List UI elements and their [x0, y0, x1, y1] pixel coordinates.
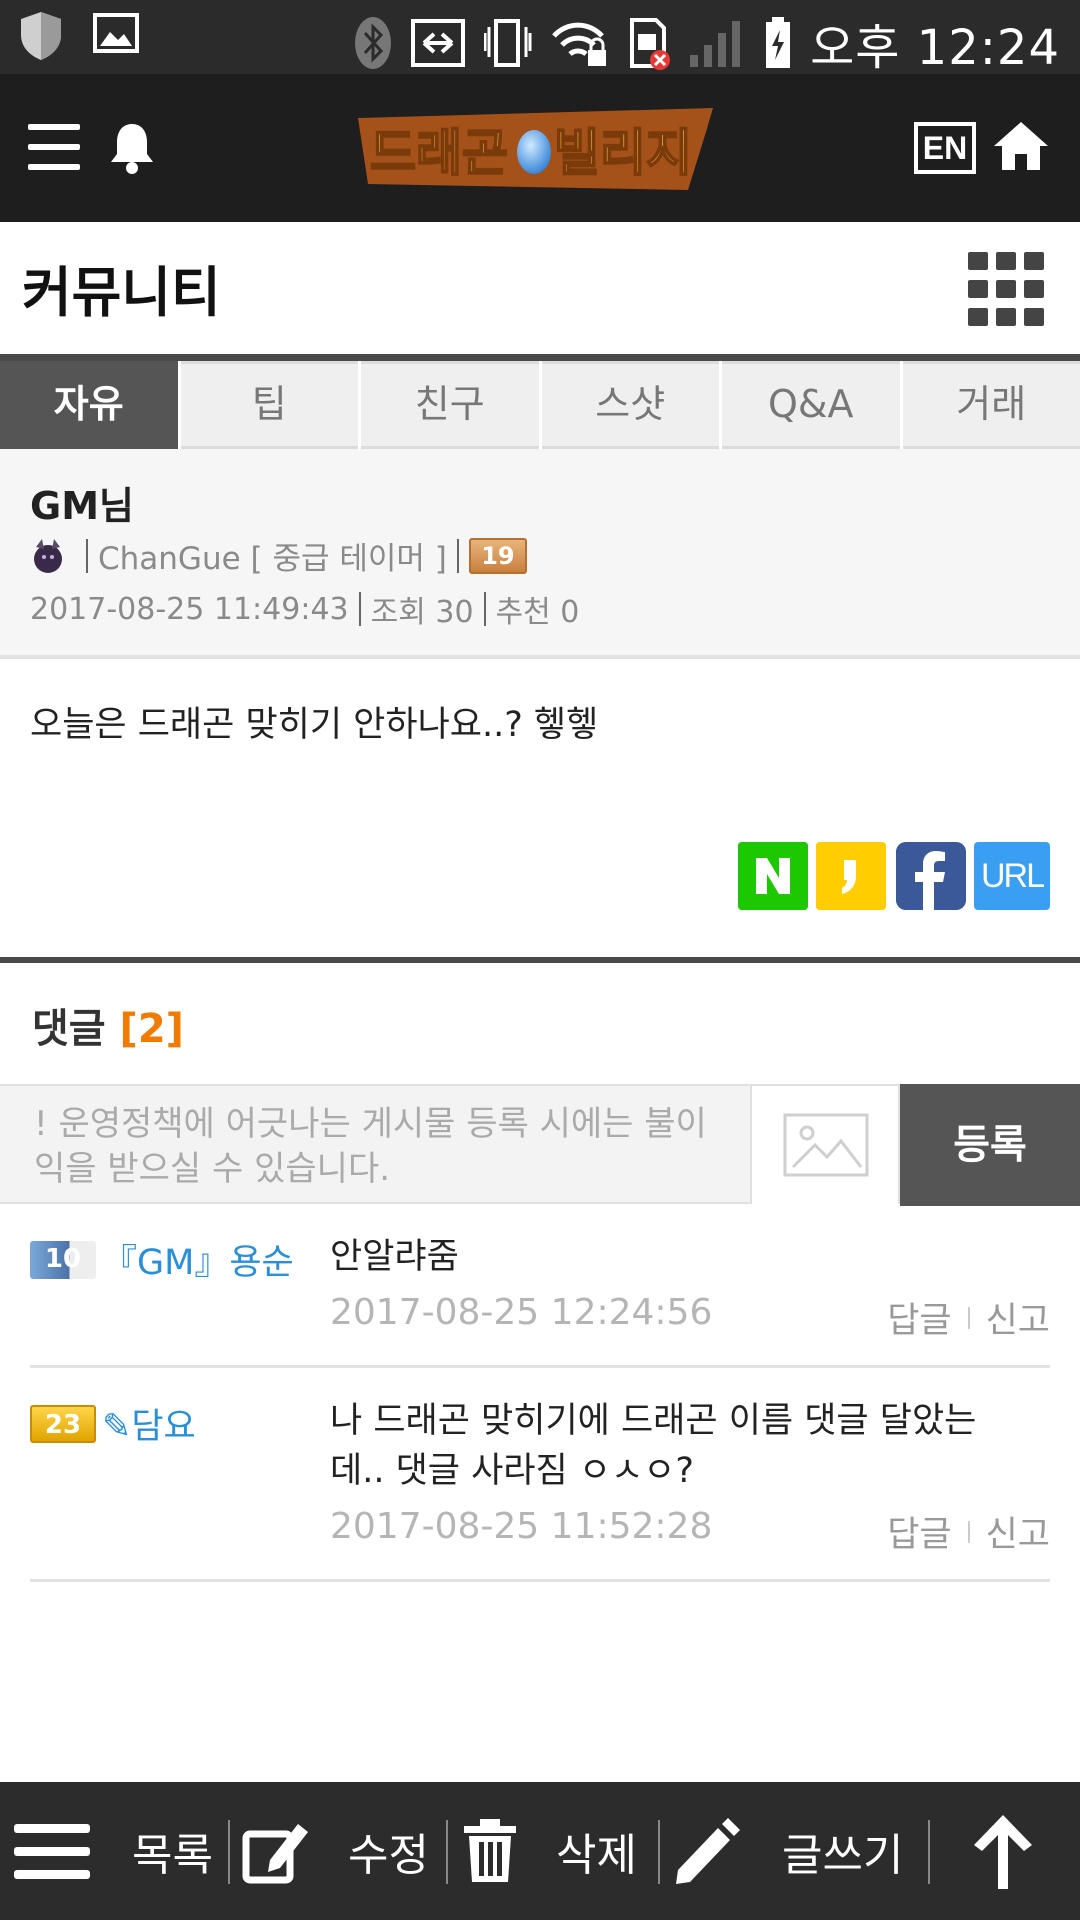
tab-qna[interactable]: Q&A	[722, 361, 900, 449]
comment-form: ! 운영정책에 어긋나는 게시물 등록 시에는 불이익을 받으실 수 있습니다.…	[0, 1084, 1080, 1206]
tab-free[interactable]: 자유	[0, 361, 178, 449]
separator	[456, 538, 459, 573]
bell-icon[interactable]	[108, 120, 156, 176]
naver-share-icon[interactable]	[738, 842, 808, 910]
kakaostory-share-icon[interactable]	[816, 842, 886, 910]
separator	[228, 1820, 230, 1884]
scroll-top-button[interactable]	[970, 1782, 1036, 1920]
separator	[483, 592, 486, 626]
separator	[967, 1520, 970, 1543]
post-title: GM님	[30, 484, 134, 528]
list-icon	[14, 1824, 90, 1879]
wifi-lock-icon	[552, 22, 607, 66]
home-icon[interactable]	[992, 118, 1050, 174]
divider	[0, 354, 1080, 361]
app-header: 드래곤 빌리지 EN	[0, 74, 1080, 222]
arrow-up-icon	[974, 1815, 1032, 1889]
separator	[358, 592, 361, 626]
recommend-count: 추천 0	[495, 595, 580, 630]
tab-trade[interactable]: 거래	[902, 361, 1080, 449]
delete-label: 삭제	[556, 1830, 637, 1881]
comment-actions: 답글 신고	[887, 1292, 1050, 1343]
svg-text:빌리지: 빌리지	[554, 124, 692, 182]
edit-button[interactable]: 수정	[240, 1782, 429, 1920]
write-label: 글쓰기	[782, 1830, 904, 1881]
separator	[658, 1820, 660, 1884]
tab-tips[interactable]: 팁	[180, 361, 358, 449]
signal-icon	[690, 21, 741, 67]
image-attach-button[interactable]	[750, 1086, 900, 1204]
svg-text:드래곤: 드래곤	[370, 124, 508, 182]
page-header: 커뮤니티	[0, 222, 1080, 356]
edit-label: 수정	[348, 1830, 429, 1881]
comment-date: 2017-08-25 12:24:56	[330, 1292, 713, 1333]
battery-charging-icon	[766, 17, 791, 68]
tab-screenshots[interactable]: 스샷	[541, 361, 719, 449]
bottom-toolbar: 목록 수정 삭제 글쓰기	[0, 1782, 1080, 1920]
sim-error-icon	[630, 18, 671, 70]
clock: 오후 12:24	[810, 20, 1060, 76]
url-share-button[interactable]: URL	[974, 842, 1050, 910]
comment-item: 23 ✎담요 나 드래곤 맞히기에 드래곤 이름 댓글 달았는데.. 댓글 사라…	[30, 1368, 1050, 1582]
separator	[967, 1306, 970, 1329]
image-notification-icon	[93, 13, 139, 53]
image-icon	[783, 1113, 869, 1177]
comment-input[interactable]: ! 운영정책에 어긋나는 게시물 등록 시에는 불이익을 받으실 수 있습니다.	[34, 1102, 734, 1192]
comments-header: 댓글 [2]	[32, 996, 184, 1054]
write-button[interactable]: 글쓰기	[672, 1782, 903, 1920]
view-count: 조회 30	[370, 595, 474, 630]
tab-friends[interactable]: 친구	[361, 361, 539, 449]
status-bar: 오후 12:24	[0, 0, 1080, 76]
comment-author-name[interactable]: 『GM』용순	[102, 1234, 294, 1285]
delete-button[interactable]: 삭제	[462, 1782, 637, 1920]
comment-author[interactable]: 23 ✎담요	[30, 1398, 196, 1449]
avatar[interactable]	[30, 537, 66, 575]
post-date: 2017-08-25 11:49:43	[30, 591, 349, 627]
separator	[86, 538, 88, 573]
author-row: ChanGue [ 중급 테이머 ] 19	[30, 533, 527, 578]
report-button[interactable]: 신고	[986, 1506, 1050, 1557]
shield-icon	[21, 12, 61, 60]
pencil-icon	[676, 1818, 740, 1884]
level-badge: 23	[30, 1404, 96, 1443]
post-body: 오늘은 드래곤 맞히기 안하나요..? 헿헿	[30, 705, 599, 745]
comment-text: 나 드래곤 맞히기에 드래곤 이름 댓글 달았는데.. 댓글 사라짐 ㅇㅅㅇ?	[330, 1401, 977, 1491]
grid-menu-icon[interactable]	[968, 252, 1044, 328]
post-meta: 2017-08-25 11:49:43 조회 30 추천 0	[30, 587, 579, 631]
comment-author[interactable]: 10 『GM』용순	[30, 1234, 294, 1285]
comment-count: [2]	[119, 1006, 184, 1052]
report-button[interactable]: 신고	[986, 1292, 1050, 1343]
nfc-icon	[411, 19, 466, 67]
reply-button[interactable]: 답글	[887, 1506, 951, 1557]
separator	[446, 1820, 448, 1884]
comment-actions: 답글 신고	[887, 1506, 1050, 1557]
author-name[interactable]: ChanGue [ 중급 테이머 ]	[98, 533, 447, 578]
facebook-share-icon[interactable]	[896, 842, 966, 910]
dragon-village-logo[interactable]: 드래곤 빌리지	[348, 104, 728, 194]
submit-button[interactable]: 등록	[900, 1084, 1080, 1206]
divider	[0, 957, 1080, 963]
comment-date: 2017-08-25 11:52:28	[330, 1506, 713, 1547]
separator	[928, 1820, 930, 1884]
list-button[interactable]: 목록	[12, 1782, 213, 1920]
list-label: 목록	[132, 1830, 213, 1881]
trash-icon	[464, 1819, 516, 1882]
comment-text: 안알랴줌	[330, 1237, 459, 1277]
comments-label: 댓글	[32, 1006, 106, 1052]
comment-author-name[interactable]: ✎담요	[102, 1398, 196, 1449]
level-badge: 10	[30, 1240, 96, 1279]
reply-button[interactable]: 답글	[887, 1292, 951, 1343]
comment-item: 10 『GM』용순 안알랴줌 2017-08-25 12:24:56 답글 신고	[30, 1204, 1050, 1368]
level-badge: 19	[468, 537, 527, 574]
board-tabs: 자유 팁 친구 스샷 Q&A 거래	[0, 361, 1080, 449]
hamburger-menu-icon[interactable]	[28, 124, 80, 170]
bluetooth-icon	[355, 17, 392, 69]
vibrate-icon	[484, 19, 532, 67]
post-header: GM님 ChanGue [ 중급 테이머 ] 19 2017-08-25 11:…	[0, 449, 1080, 659]
edit-icon	[242, 1824, 308, 1884]
language-button[interactable]: EN	[914, 122, 976, 174]
page-title: 커뮤니티	[22, 261, 221, 324]
